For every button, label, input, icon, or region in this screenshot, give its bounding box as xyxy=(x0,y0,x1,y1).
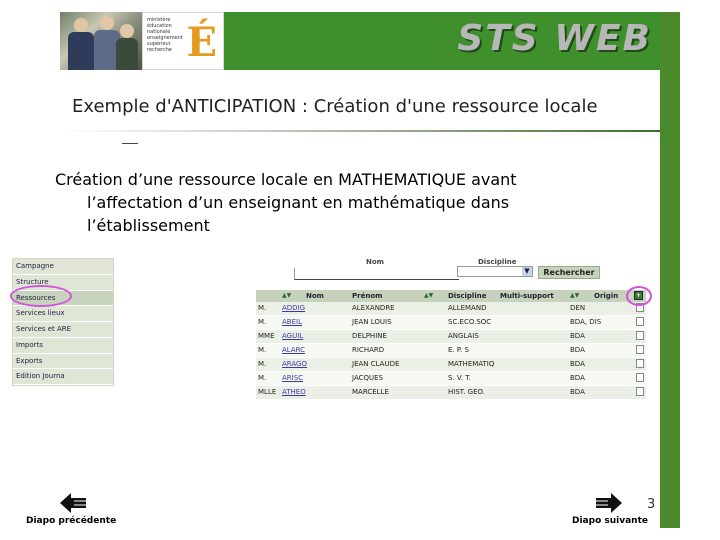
table-row[interactable]: M. ABEIL JEAN LOUIS SC.ECO.SOC BDA, DIS xyxy=(256,316,646,330)
cell-discipline: ANGLAIS xyxy=(448,332,479,340)
ministry-logo: ministère éducation nationale enseignement s… xyxy=(142,12,224,70)
search-nom-label: Nom xyxy=(366,258,384,266)
cell-civ: M. xyxy=(258,304,267,312)
col-header-multi: Multi-support xyxy=(500,292,554,300)
cell-prenom: JEAN LOUIS xyxy=(352,318,392,326)
menu-item-services-lieux[interactable]: Services lieux xyxy=(13,306,113,322)
highlight-circle-ressources xyxy=(10,285,72,307)
cell-civ: M. xyxy=(258,360,267,368)
document-icon[interactable] xyxy=(636,345,644,354)
discipline-select[interactable]: ▼ xyxy=(457,266,533,277)
cell-discipline: MATHEMATIQ xyxy=(448,360,495,368)
menu-item-campagne[interactable]: Campagne xyxy=(13,259,113,275)
brand-logo: STS WEB xyxy=(457,18,652,59)
table-row[interactable]: M. ADDIG ALEXANDRE ALLEMAND DEN xyxy=(256,302,646,316)
cell-nom[interactable]: ABEIL xyxy=(282,318,302,326)
cell-origine: BDA, DIS xyxy=(570,318,602,326)
cell-nom[interactable]: ARAGO xyxy=(282,360,307,368)
cell-origine: BDA xyxy=(570,332,585,340)
body-line: l’affectation d’un enseignant en mathéma… xyxy=(87,193,510,212)
document-icon[interactable] xyxy=(636,373,644,382)
sort-arrows-icon[interactable]: ▲▼ xyxy=(282,292,291,299)
cell-discipline: HIST. GEO. xyxy=(448,388,485,396)
chevron-down-icon[interactable]: ▼ xyxy=(522,267,532,276)
search-nom-input[interactable] xyxy=(294,268,459,280)
ministry-logo-mark: É xyxy=(186,19,218,66)
document-icon[interactable] xyxy=(636,331,644,340)
cell-prenom: ALEXANDRE xyxy=(352,304,395,312)
cell-civ: MLLE xyxy=(258,388,277,396)
col-header-prenom[interactable]: Prénom xyxy=(352,292,382,300)
menu-item-services-are[interactable]: Services et ARE xyxy=(13,322,113,338)
prev-slide-label[interactable]: Diapo précédente xyxy=(26,516,116,526)
title-divider xyxy=(62,130,660,132)
cell-origine: DEN xyxy=(570,304,586,312)
logo-text-line: recherche xyxy=(147,47,172,53)
divider-tick xyxy=(122,143,138,144)
page-number: 3 xyxy=(647,497,656,512)
cell-origine: BDA xyxy=(570,360,585,368)
col-header-discipline[interactable]: Discipline xyxy=(448,292,486,300)
menu-item-imports[interactable]: Imports xyxy=(13,337,113,354)
cell-nom[interactable]: ATHEO xyxy=(282,388,306,396)
cell-nom[interactable]: ARISC xyxy=(282,374,303,382)
document-icon[interactable] xyxy=(636,387,644,396)
cell-nom[interactable]: ALARC xyxy=(282,346,305,354)
body-line: Création d’une ressource locale en MATHE… xyxy=(55,170,517,189)
cell-discipline: E. P. S xyxy=(448,346,469,354)
body-line: l’établissement xyxy=(87,216,210,235)
cell-civ: M. xyxy=(258,318,267,326)
sort-arrows-icon[interactable]: ▲▼ xyxy=(570,292,579,299)
cell-origine: BDA xyxy=(570,346,585,354)
cell-civ: M. xyxy=(258,346,267,354)
col-header-origine[interactable]: Origin xyxy=(594,292,618,300)
cell-nom[interactable]: ADDIG xyxy=(282,304,305,312)
cell-prenom: JACQUES xyxy=(352,374,383,382)
arrow-left-icon[interactable] xyxy=(60,493,86,513)
app-menu: Campagne Structure Ressources Services l… xyxy=(12,258,114,386)
document-icon[interactable] xyxy=(636,317,644,326)
right-green-bar xyxy=(660,12,680,528)
table-row[interactable]: M. ARAGO JEAN CLAUDE MATHEMATIQ BDA xyxy=(256,358,646,372)
menu-item-edition[interactable]: Edition Journa xyxy=(13,369,113,385)
cell-discipline: ALLEMAND xyxy=(448,304,487,312)
cell-nom[interactable]: AGUIL xyxy=(282,332,303,340)
cell-prenom: DELPHINE xyxy=(352,332,387,340)
ressources-table: ▲▼ Nom Prénom ▲▼ Discipline Multi-suppor… xyxy=(256,290,646,400)
search-button[interactable]: Rechercher xyxy=(538,266,600,279)
table-row[interactable]: MLLE ATHEO MARCELLE HIST. GEO. BDA xyxy=(256,386,646,400)
search-discipline-label: Discipline xyxy=(478,258,517,266)
ministry-logo-text: ministère éducation nationale enseignement s… xyxy=(147,17,183,53)
table-row[interactable]: M. ARISC JACQUES S. V. T. BDA xyxy=(256,372,646,386)
highlight-circle-add xyxy=(626,286,652,306)
next-slide-label[interactable]: Diapo suivante xyxy=(572,516,648,526)
slide-body: Création d’une ressource locale en MATHE… xyxy=(55,168,595,237)
table-row[interactable]: MME AGUIL DELPHINE ANGLAIS BDA xyxy=(256,330,646,344)
cell-origine: BDA xyxy=(570,388,585,396)
sort-arrows-icon[interactable]: ▲▼ xyxy=(424,292,433,299)
slide-title: Exemple d'ANTICIPATION : Création d'une … xyxy=(72,96,598,117)
cell-prenom: JEAN CLAUDE xyxy=(352,360,400,368)
table-header: ▲▼ Nom Prénom ▲▼ Discipline Multi-suppor… xyxy=(256,290,646,302)
menu-item-exports[interactable]: Exports xyxy=(13,353,113,370)
cell-prenom: RICHARD xyxy=(352,346,385,354)
cell-discipline: S. V. T. xyxy=(448,374,471,382)
arrow-right-icon[interactable] xyxy=(596,493,622,513)
cell-discipline: SC.ECO.SOC xyxy=(448,318,492,326)
cell-civ: MME xyxy=(258,332,275,340)
cell-prenom: MARCELLE xyxy=(352,388,389,396)
header-photo xyxy=(60,12,142,70)
document-icon[interactable] xyxy=(636,359,644,368)
header-banner: STS WEB xyxy=(224,12,660,70)
col-header-nom[interactable]: Nom xyxy=(306,292,324,300)
cell-civ: M. xyxy=(258,374,267,382)
table-row[interactable]: M. ALARC RICHARD E. P. S BDA xyxy=(256,344,646,358)
cell-origine: BDA xyxy=(570,374,585,382)
